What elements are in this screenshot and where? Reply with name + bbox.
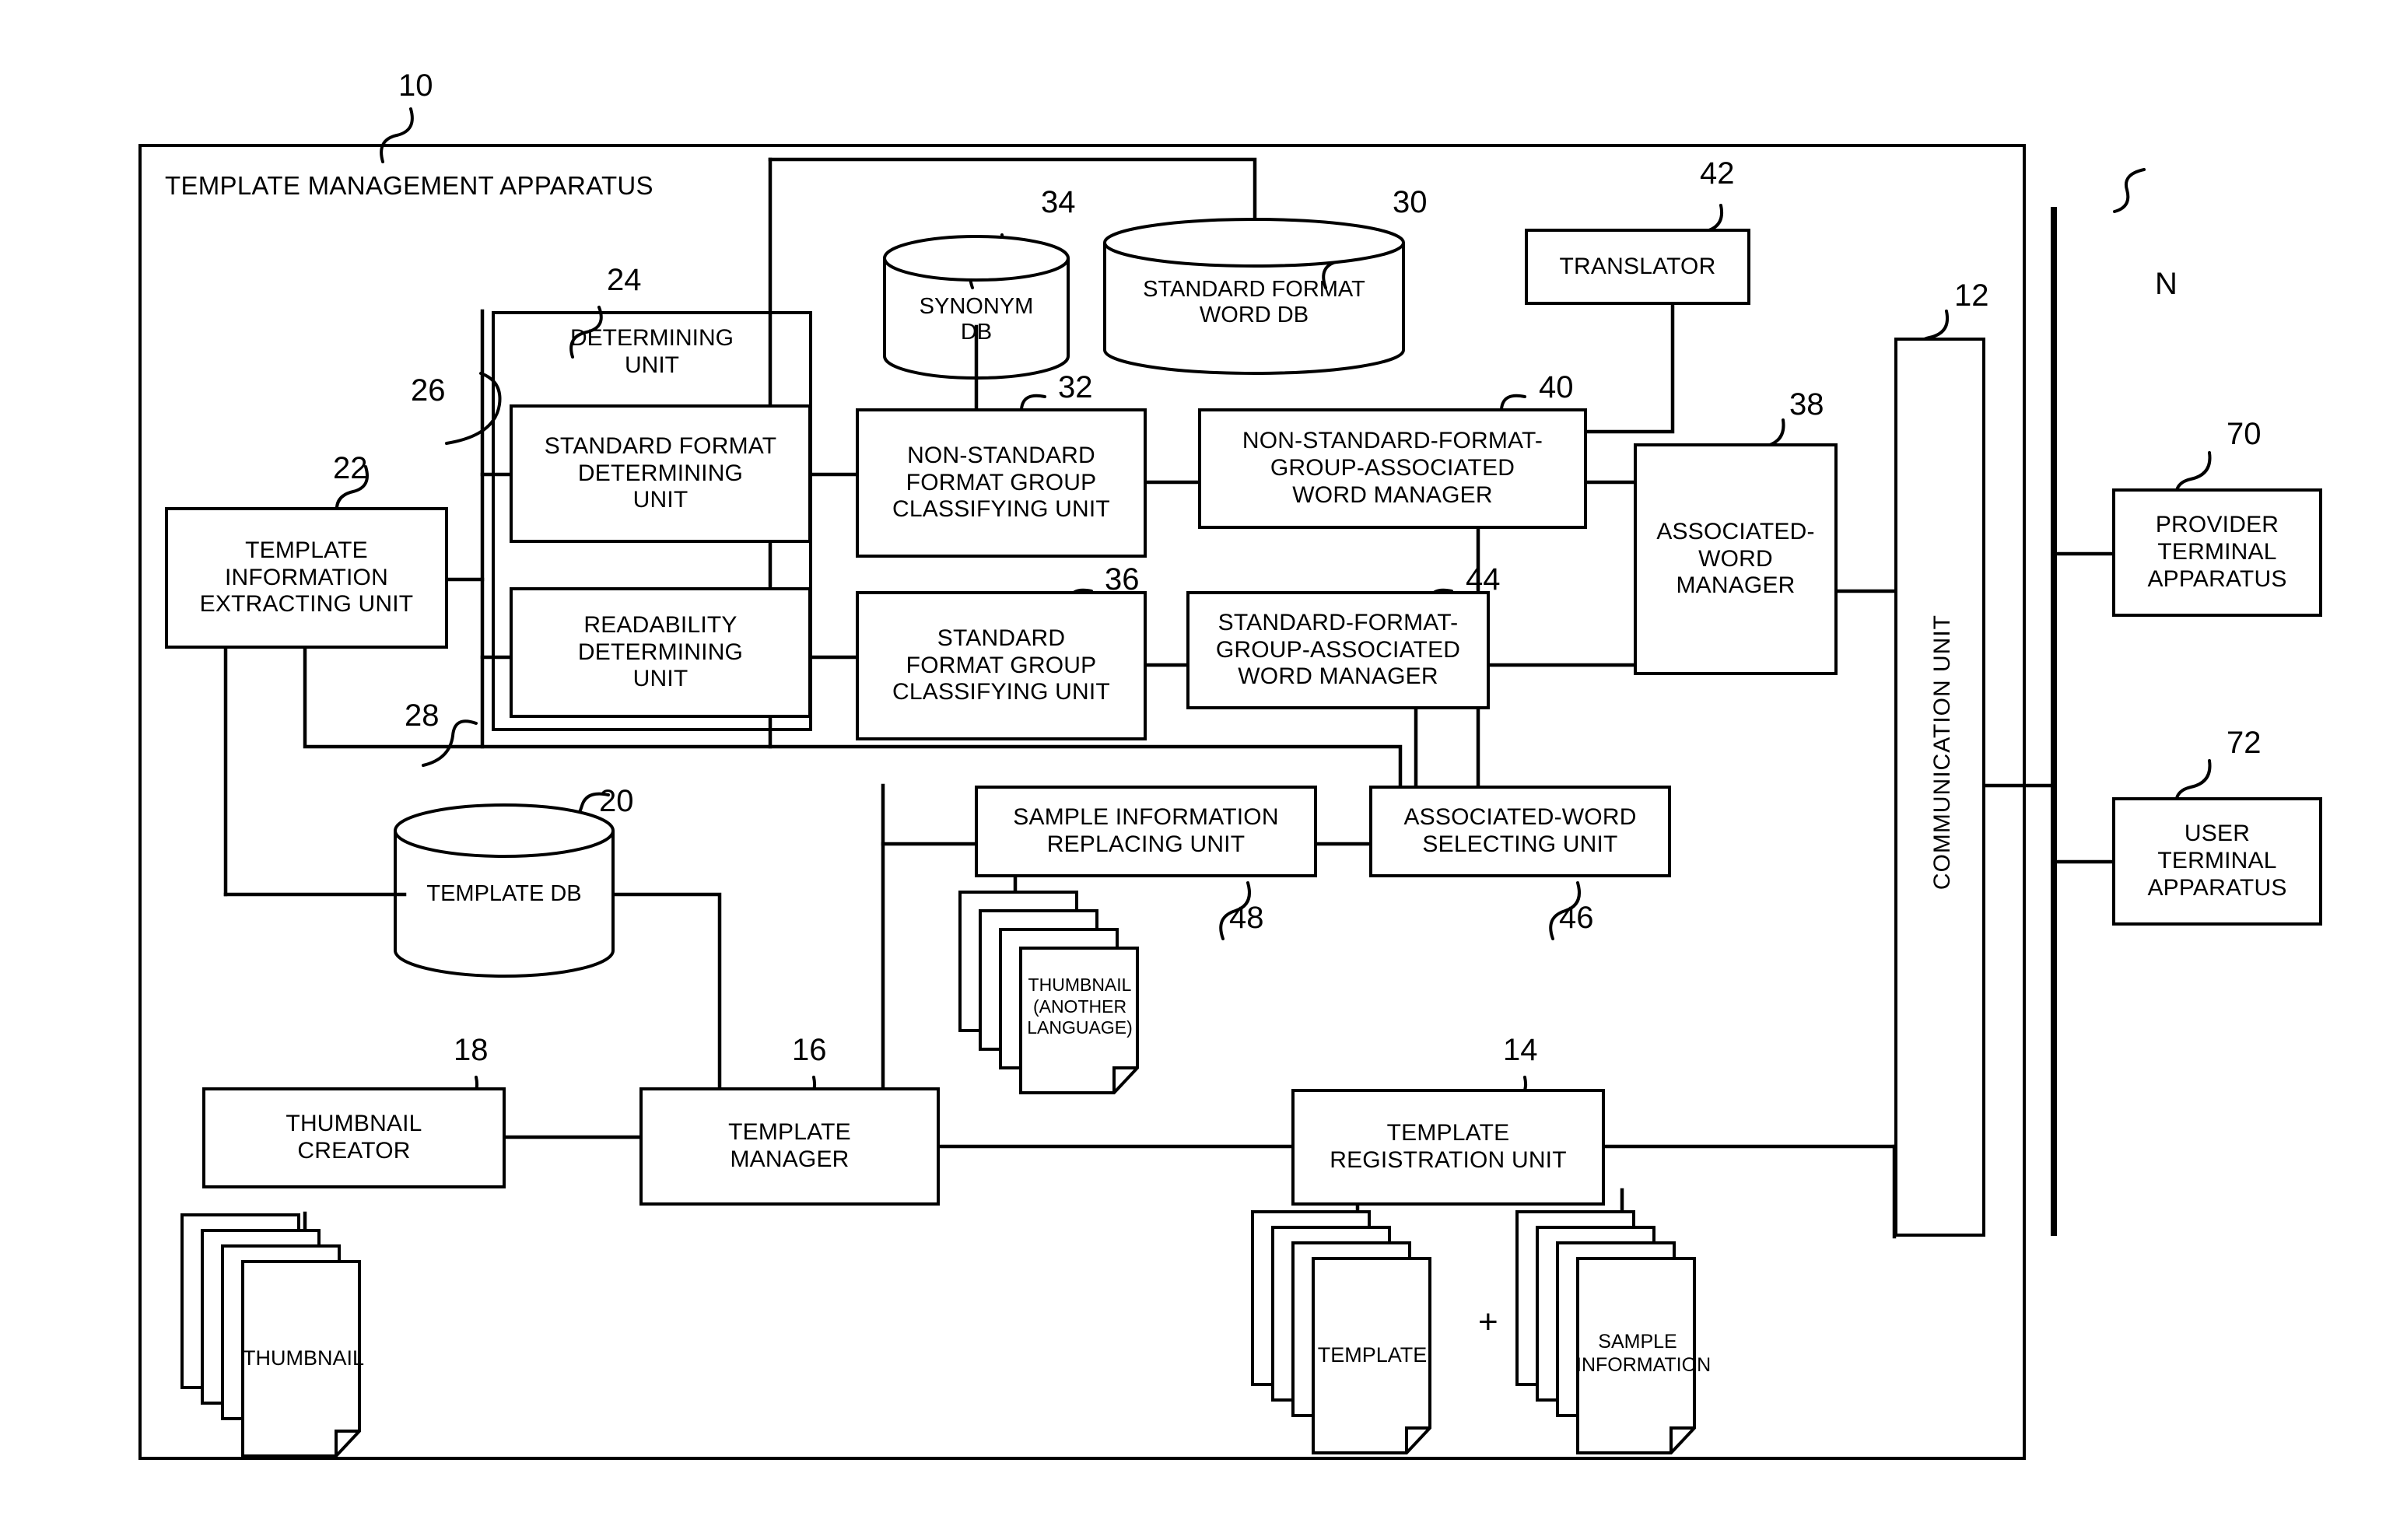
readability-determining-unit-label: READABILITY DETERMINING UNIT: [577, 611, 744, 692]
ref-26: 26: [411, 373, 446, 408]
standard-format-word-db-label: STANDARD FORMAT WORD DB: [1143, 277, 1365, 328]
ref-46: 46: [1559, 901, 1594, 935]
ref-40: 40: [1539, 370, 1574, 404]
translator[interactable]: TRANSLATOR: [1525, 229, 1750, 305]
ref-72: 72: [2227, 726, 2262, 760]
associated-word-selecting-unit[interactable]: ASSOCIATED-WORD SELECTING UNIT: [1369, 786, 1671, 877]
translator-label: TRANSLATOR: [1559, 253, 1716, 279]
template-registration-unit[interactable]: TEMPLATE REGISTRATION UNIT: [1291, 1089, 1605, 1206]
ref-22: 22: [333, 451, 368, 485]
ref-10: 10: [398, 68, 433, 103]
ref-16: 16: [792, 1033, 827, 1067]
thumbnail-creator[interactable]: THUMBNAIL CREATOR: [202, 1087, 506, 1188]
provider-terminal-apparatus-label: PROVIDER TERMINAL APPARATUS: [2147, 512, 2287, 592]
template-information-extracting-unit[interactable]: TEMPLATE INFORMATION EXTRACTING UNIT: [165, 507, 448, 649]
non-standard-format-group-associated-word-manager[interactable]: NON-STANDARD-FORMAT- GROUP-ASSOCIATED WO…: [1198, 408, 1587, 529]
ref-12: 12: [1954, 278, 1989, 313]
patent-figure-canvas: TEMPLATE MANAGEMENT APPARATUS 10 N DETER…: [0, 0, 2386, 1540]
non-standard-format-group-classifying-unit-label: NON-STANDARD FORMAT GROUP CLASSIFYING UN…: [892, 442, 1110, 523]
ref-38: 38: [1789, 387, 1824, 422]
standard-format-determining-unit[interactable]: STANDARD FORMAT DETERMINING UNIT: [510, 404, 811, 543]
template-registration-unit-label: TEMPLATE REGISTRATION UNIT: [1330, 1120, 1567, 1173]
template-doc-label: TEMPLATE: [1317, 1343, 1428, 1367]
determining-unit-label: DETERMINING UNIT: [570, 325, 734, 378]
template-stack: TEMPLATE: [1243, 1204, 1469, 1478]
template-manager-label: TEMPLATE MANAGER: [728, 1119, 851, 1172]
sample-information-label: SAMPLE INFORMATION: [1576, 1331, 1712, 1376]
ref-14: 14: [1503, 1033, 1538, 1067]
standard-format-group-classifying-unit-label: STANDARD FORMAT GROUP CLASSIFYING UNIT: [892, 625, 1110, 705]
synonym-db-label: SYNONYM DB: [919, 294, 1034, 345]
standard-format-group-associated-word-manager[interactable]: STANDARD-FORMAT- GROUP-ASSOCIATED WORD M…: [1186, 591, 1490, 709]
synonym-db[interactable]: SYNONYM DB: [879, 233, 1074, 381]
standard-format-word-db[interactable]: STANDARD FORMAT WORD DB: [1098, 216, 1410, 378]
ref-32: 32: [1058, 370, 1093, 404]
template-db[interactable]: TEMPLATE DB: [389, 801, 619, 980]
ref-24: 24: [607, 263, 642, 297]
ref-20: 20: [599, 784, 634, 818]
ref-48: 48: [1229, 901, 1264, 935]
ref-42: 42: [1700, 156, 1735, 191]
template-manager[interactable]: TEMPLATE MANAGER: [639, 1087, 940, 1206]
non-standard-format-group-classifying-unit[interactable]: NON-STANDARD FORMAT GROUP CLASSIFYING UN…: [856, 408, 1147, 558]
apparatus-title: TEMPLATE MANAGEMENT APPARATUS: [165, 171, 653, 200]
template-db-label: TEMPLATE DB: [426, 881, 582, 906]
non-standard-format-group-associated-word-manager-label: NON-STANDARD-FORMAT- GROUP-ASSOCIATED WO…: [1242, 428, 1543, 508]
associated-word-manager[interactable]: ASSOCIATED- WORD MANAGER: [1634, 443, 1838, 675]
sample-information-replacing-unit-label: SAMPLE INFORMATION REPLACING UNIT: [1013, 804, 1279, 857]
thumbnail-another-language-label: THUMBNAIL (ANOTHER LANGUAGE): [1027, 975, 1133, 1038]
standard-format-determining-unit-label: STANDARD FORMAT DETERMINING UNIT: [544, 432, 777, 513]
sample-information-stack: SAMPLE INFORMATION: [1508, 1204, 1733, 1478]
ref-18: 18: [454, 1033, 489, 1067]
thumbnail-creator-label: THUMBNAIL CREATOR: [286, 1111, 422, 1164]
template-information-extracting-unit-label: TEMPLATE INFORMATION EXTRACTING UNIT: [199, 537, 414, 618]
ref-34: 34: [1041, 185, 1076, 219]
thumbnail-label: THUMBNAIL: [243, 1346, 365, 1370]
thumbnail-stack: THUMBNAIL: [173, 1207, 398, 1481]
user-terminal-apparatus-label: USER TERMINAL APPARATUS: [2147, 821, 2287, 901]
associated-word-selecting-unit-label: ASSOCIATED-WORD SELECTING UNIT: [1403, 804, 1637, 857]
associated-word-manager-label: ASSOCIATED- WORD MANAGER: [1656, 518, 1815, 599]
standard-format-group-classifying-unit[interactable]: STANDARD FORMAT GROUP CLASSIFYING UNIT: [856, 591, 1147, 740]
ref-44: 44: [1466, 562, 1501, 597]
ref-28: 28: [405, 698, 440, 733]
provider-terminal-apparatus[interactable]: PROVIDER TERMINAL APPARATUS: [2112, 488, 2322, 617]
user-terminal-apparatus[interactable]: USER TERMINAL APPARATUS: [2112, 797, 2322, 926]
ref-36: 36: [1105, 562, 1140, 597]
thumbnail-pages-shape: [180, 1213, 361, 1458]
plus-sign: +: [1478, 1303, 1498, 1341]
communication-unit-label: COMMUNICATION UNIT: [1929, 614, 1955, 891]
ref-70: 70: [2227, 417, 2262, 451]
readability-determining-unit[interactable]: READABILITY DETERMINING UNIT: [510, 587, 811, 718]
thumbnail-another-language-stack: THUMBNAIL (ANOTHER LANGUAGE): [951, 883, 1161, 1112]
network-label: N: [2155, 267, 2178, 301]
sample-information-replacing-unit[interactable]: SAMPLE INFORMATION REPLACING UNIT: [975, 786, 1317, 877]
template-pages-shape: [1251, 1210, 1431, 1454]
ref-30: 30: [1393, 185, 1428, 219]
standard-format-group-associated-word-manager-label: STANDARD-FORMAT- GROUP-ASSOCIATED WORD M…: [1215, 609, 1461, 690]
